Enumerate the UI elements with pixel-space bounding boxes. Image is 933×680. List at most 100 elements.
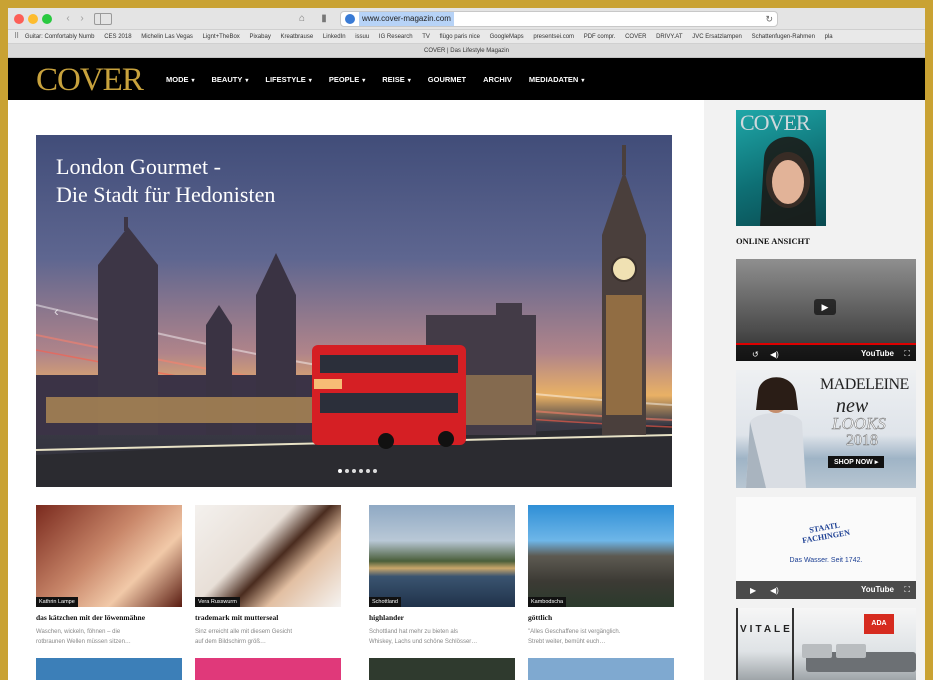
article-image[interactable]: Vera Russwurm — [195, 505, 341, 607]
slider-dot[interactable] — [366, 469, 370, 473]
article-image[interactable]: Kathrin Lampe — [36, 505, 182, 607]
chevron-down-icon: ▾ — [191, 77, 195, 84]
article-card[interactable]: Schottland highlander Schottland hat meh… — [369, 505, 515, 647]
slider-dots — [338, 469, 377, 473]
home-icon[interactable]: ⌂ — [296, 13, 308, 25]
slider-dot[interactable] — [359, 469, 363, 473]
bookmark-item[interactable]: COVER — [625, 30, 646, 43]
article-excerpt: Sinz erreicht alle mit diesem Gesicht au… — [195, 629, 293, 645]
article-image[interactable] — [369, 658, 515, 680]
article-tag: Kathrin Lampe — [36, 597, 78, 607]
chevron-down-icon: ▾ — [308, 77, 312, 84]
menu-item-reise[interactable]: REISE ▾ — [382, 75, 411, 84]
chevron-down-icon: ▾ — [362, 77, 366, 84]
chevron-left-icon[interactable]: ‹ — [54, 303, 59, 319]
minimize-window-button[interactable] — [28, 14, 38, 24]
forward-icon[interactable]: › — [74, 13, 90, 25]
tab-active[interactable]: COVER | Das Lifestyle Magazin — [8, 44, 925, 58]
menu-item-archiv[interactable]: ARCHIV — [483, 75, 512, 84]
video-player[interactable]: ▶ ↺ ◀) YouTube ⛶ — [736, 259, 916, 361]
chevron-down-icon: ▾ — [407, 77, 411, 84]
bookmark-item[interactable]: PDF compr. — [584, 30, 616, 43]
ad-brand: MADELEINE — [820, 376, 909, 393]
slider-dot[interactable] — [352, 469, 356, 473]
bookmark-item[interactable]: Kreatbrause — [281, 30, 314, 43]
volume-icon[interactable]: ◀) — [770, 586, 779, 595]
bookmark-item[interactable]: JVC Ersatzlampen — [692, 30, 742, 43]
bookmark-item[interactable]: DRIVY.AT — [656, 30, 682, 43]
address-bar[interactable]: www.cover-magazin.com ↻ — [340, 11, 778, 27]
video-player[interactable]: STAATL FACHINGEN Das Wasser. Seit 1742. … — [736, 497, 916, 599]
bookmark-item[interactable]: IG Research — [379, 30, 413, 43]
slider-dot[interactable] — [373, 469, 377, 473]
article-title[interactable]: das kätzchen mit der löwenmähne — [36, 613, 182, 622]
bookmark-item[interactable]: Lignt+TheBox — [203, 30, 240, 43]
grid-icon[interactable]: ⠿ — [14, 30, 19, 43]
bookmark-item[interactable]: presentsei.com — [533, 30, 574, 43]
shop-now-button[interactable]: SHOP NOW ▸ — [828, 456, 885, 468]
bookmark-item[interactable]: TV — [422, 30, 430, 43]
play-icon[interactable]: ▶ — [814, 299, 836, 315]
ad-madeleine[interactable]: MADELEINE new LOOKS 2018 SHOP NOW ▸ — [736, 370, 916, 488]
article-grid: Kathrin Lampe das kätzchen mit der löwen… — [36, 505, 676, 680]
ad-slogan: Das Wasser. Seit 1742. — [789, 557, 863, 564]
youtube-logo[interactable]: YouTube — [861, 349, 894, 358]
bookmark-item[interactable]: Guitar: Comfortably Numb — [25, 30, 95, 43]
fullscreen-icon[interactable]: ⛶ — [904, 349, 910, 359]
article-image[interactable]: Kambodscha — [528, 505, 674, 607]
article-card[interactable]: Vera Russwurm trademark mit mutterseal S… — [195, 505, 341, 647]
main-menu: MODE ▾ BEAUTY ▾ LIFESTYLE ▾ PEOPLE ▾ REISE ▾ … — [166, 58, 601, 100]
ad-year: 2018 — [846, 432, 879, 450]
article-title[interactable]: göttlich — [528, 613, 674, 622]
menu-item-people[interactable]: PEOPLE ▾ — [329, 75, 365, 84]
article-tag: Kambodscha — [528, 597, 567, 607]
article-title[interactable]: trademark mit mutterseal — [195, 613, 341, 622]
ad-vitale[interactable]: VITALE ADA — [736, 608, 916, 680]
fullscreen-icon[interactable]: ⛶ — [904, 585, 910, 595]
bookmark-item[interactable]: issuu — [355, 30, 369, 43]
article-tag: Vera Russwurm — [195, 597, 240, 607]
bookmark-item[interactable]: Pixabay — [249, 30, 270, 43]
menu-item-mode[interactable]: MODE ▾ — [166, 75, 195, 84]
article-image[interactable]: Schottland — [369, 505, 515, 607]
shield-icon[interactable]: ▮ — [318, 13, 330, 25]
bookmark-item[interactable]: Michelin Las Vegas — [141, 30, 193, 43]
sofa-image — [736, 608, 916, 680]
youtube-logo[interactable]: YouTube — [861, 585, 894, 594]
close-window-button[interactable] — [14, 14, 24, 24]
article-card[interactable]: Kathrin Lampe das kätzchen mit der löwen… — [36, 505, 182, 647]
article-image[interactable] — [528, 658, 674, 680]
play-icon[interactable]: ▶ — [750, 586, 756, 595]
menu-item-gourmet[interactable]: GOURMET — [428, 75, 466, 84]
bookmark-item[interactable]: flügo paris nice — [440, 30, 480, 43]
volume-icon[interactable]: ◀) — [770, 350, 779, 359]
article-card[interactable]: Kambodscha göttlich "Alles Geschaffene i… — [528, 505, 674, 647]
article-image[interactable] — [195, 658, 341, 680]
menu-item-beauty[interactable]: BEAUTY ▾ — [212, 75, 249, 84]
article-excerpt: "Alles Geschaffene ist vergänglich. Stre… — [528, 629, 621, 645]
slider-dot[interactable] — [345, 469, 349, 473]
sidebar: COVER ONLINE ANSICHT ▶ ↺ ◀) YouTube ⛶ MA… — [704, 100, 925, 680]
sidebar-toggle-icon[interactable] — [94, 13, 112, 25]
ad-headline: new — [836, 395, 869, 417]
reload-icon[interactable]: ↻ — [765, 12, 773, 26]
menu-item-mediadaten[interactable]: MEDIADATEN ▾ — [529, 75, 584, 84]
hero-title[interactable]: London Gourmet - Die Stadt für Hedoniste… — [56, 153, 275, 209]
menu-item-lifestyle[interactable]: LIFESTYLE ▾ — [265, 75, 311, 84]
magazine-cover[interactable]: COVER — [736, 110, 826, 226]
bookmark-item[interactable]: LinkedIn — [323, 30, 346, 43]
bookmark-item[interactable]: Schattenfugen-Rahmen — [752, 30, 815, 43]
online-view-label[interactable]: ONLINE ANSICHT — [736, 236, 810, 246]
bookmark-item[interactable]: GoogleMaps — [490, 30, 524, 43]
main-content: London Gourmet - Die Stadt für Hedoniste… — [8, 100, 704, 680]
bookmark-item[interactable]: CES 2018 — [104, 30, 131, 43]
site-logo[interactable]: COVER — [36, 64, 144, 97]
slider-dot[interactable] — [338, 469, 342, 473]
hero-slider[interactable]: London Gourmet - Die Stadt für Hedoniste… — [36, 135, 672, 487]
replay-icon[interactable]: ↺ — [752, 350, 759, 359]
article-image[interactable] — [36, 658, 182, 680]
ad-brand-logo: STAATL FACHINGEN — [801, 520, 851, 546]
zoom-window-button[interactable] — [42, 14, 52, 24]
bookmark-item[interactable]: pla — [825, 30, 833, 43]
article-title[interactable]: highlander — [369, 613, 515, 622]
